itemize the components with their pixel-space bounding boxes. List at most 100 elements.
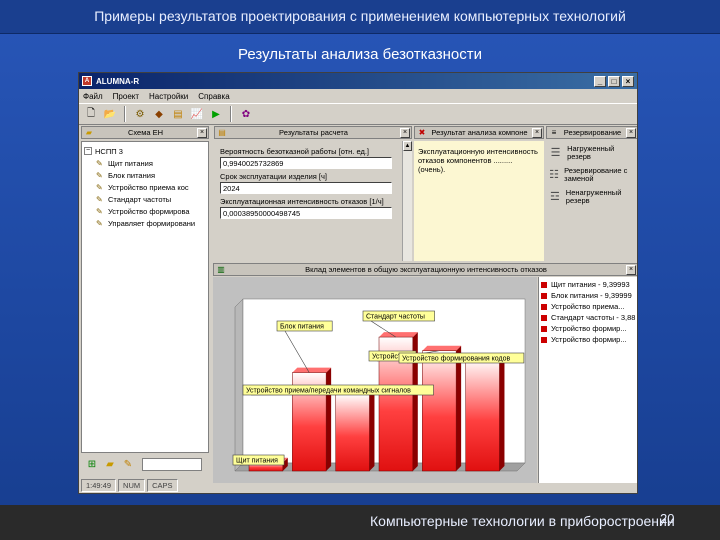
folder-icon: ▰ [85,127,93,137]
status-time: 1:49:49 [81,478,117,492]
tree-item[interactable]: ✎ Устройство приема кос [84,181,206,193]
redundancy-item-loaded[interactable]: ☰ Нагруженный резерв [548,145,636,161]
legend-swatch [541,281,547,288]
edit-icon[interactable]: ✎ [120,456,136,472]
legend-label: Блок питания - 9,39999 [551,291,632,300]
redundancy-panel-close-button[interactable]: × [626,127,636,138]
conclusion-panel-close-button[interactable]: × [532,127,542,138]
wrench-icon: ✎ [96,206,103,216]
menu-file[interactable]: Файл [83,92,103,101]
run-icon[interactable]: ▶ [208,106,224,122]
minimize-button[interactable]: _ [594,75,606,87]
wrench-icon: ✎ [96,218,103,228]
tree-item-label: Управляет формировани [108,218,196,228]
footer-text: Компьютерные технологии в приборостроени… [370,513,675,529]
chart-legend: Щит питания - 9,39993 Блок питания - 9,3… [538,277,637,483]
window-titlebar[interactable]: A ALUMNA-R _ □ × [79,73,637,89]
toolbar: 🗋 📂 ⚙ ◆ ▤ 📈 ▶ ✿ [79,103,637,125]
chart-icon[interactable]: 📈 [189,106,205,122]
redundancy-icon: ≡ [551,127,557,137]
legend-swatch [541,292,547,299]
close-button[interactable]: × [622,75,634,87]
unloaded-reserve-icon: ☲ [549,191,560,203]
open-folder-icon[interactable]: 📂 [102,106,118,122]
toolbar-separator [230,106,232,122]
scroll-up-arrow-icon[interactable]: ▲ [403,141,412,151]
chart-area: Щит питания Блок питания Устройство приема… [213,277,537,483]
chart-panel-header: ▥ Вклад элементов в общую эксплуатационн… [213,263,637,276]
tree-panel-header: ▰ Схема ЕН × [81,126,209,139]
wrench-icon: ✎ [96,158,103,168]
wrench-icon: ✎ [96,194,103,204]
redundancy-item-label: Ненагруженный резерв [565,188,622,205]
menu-project[interactable]: Проект [113,92,139,101]
bar-side [499,353,505,471]
legend-item[interactable]: Устройство формир... [541,323,636,334]
service-life-field[interactable]: 2024 [220,182,392,194]
legend-swatch [541,325,547,332]
calc-panel-close-button[interactable]: × [400,127,410,138]
legend-item[interactable]: Устройство приема... [541,301,636,312]
tools-icon[interactable]: ⚙ [132,106,148,122]
bar[interactable] [465,358,500,472]
tree-item-label: Устройство формирова [108,206,190,216]
legend-item[interactable]: Щит питания - 9,39993 [541,279,636,290]
tree-panel-close-button[interactable]: × [197,127,207,138]
tree-item[interactable]: ✎ Блок питания [84,169,206,181]
calc-panel-header: ▤ Результаты расчета × [214,126,412,139]
bar-top [292,367,332,373]
add-icon[interactable]: ⊞ [84,456,100,472]
legend-item[interactable]: Устройство формир... [541,334,636,345]
component-tree: − НСПП 3 ✎ Щит питания ✎ Блок питания ✎ Уст… [81,141,209,453]
tree-item[interactable]: ✎ Стандарт частоты [84,193,206,205]
legend-label: Устройство формир... [551,335,627,344]
page-number: 20 [660,511,675,526]
slide-title: Результаты анализа безотказности [238,46,482,63]
collapse-icon[interactable]: − [84,147,92,155]
app-logo-icon: A [82,76,92,86]
legend-label: Щит питания - 9,39993 [551,280,630,289]
component-icon[interactable]: ◆ [151,106,167,122]
redundancy-item-label: Резервирование с заменой [564,166,628,183]
legend-label: Устройство приема... [551,302,625,311]
report-icon[interactable]: ▤ [170,106,186,122]
chart-panel-close-button[interactable]: × [626,264,636,275]
redundancy-panel-header: ≡ Резервирование × [546,126,637,139]
calc-panel: Вероятность безотказной работы [отн. ед.… [214,141,412,261]
status-bar: 1:49:49 NUM CAPS [79,477,637,493]
reliability-field[interactable]: 0,9940025732869 [220,157,392,169]
tree-item[interactable]: ✎ Щит питания [84,157,206,169]
tree-root[interactable]: − НСПП 3 [84,145,206,157]
report-icon: ▤ [218,127,226,137]
legend-item[interactable]: Стандарт частоты - 3,88 [541,312,636,323]
bar[interactable] [422,350,457,472]
tree-item[interactable]: ✎ Управляет формировани [84,217,206,229]
chart-panel-title: Вклад элементов в общую эксплуатационную… [305,265,547,274]
tree-item[interactable]: ✎ Устройство формирова [84,205,206,217]
wrench-icon: ✎ [96,170,103,180]
conclusion-text: Эксплуатационную интенсивность отказов к… [418,147,538,174]
maximize-button[interactable]: □ [608,75,620,87]
redundancy-item-unloaded[interactable]: ☲ Ненагруженный резерв [548,189,636,205]
new-file-icon[interactable]: 🗋 [83,106,99,122]
bar-top [422,345,462,351]
folder-icon[interactable]: ▰ [102,456,118,472]
menu-help[interactable]: Справка [198,92,229,101]
chart-icon: ▥ [217,264,225,274]
tree-panel-title: Схема ЕН [127,128,164,137]
failure-rate-field[interactable]: 0,00038950000498745 [220,207,392,219]
tree-filter-field[interactable] [142,457,202,471]
bar-side [369,389,375,471]
calc-panel-title: Результаты расчета [279,128,348,137]
tree-footer-toolbar: ⊞ ▰ ✎ [81,454,209,474]
menu-settings[interactable]: Настройки [149,92,188,101]
status-caps: CAPS [147,478,178,492]
reliability-label: Вероятность безотказной работы [отн. ед.… [220,147,370,156]
redundancy-item-replacement[interactable]: ☷ Резервирование с заменой [548,167,636,183]
bar[interactable] [335,394,370,472]
settings-icon[interactable]: ✿ [238,106,254,122]
legend-swatch [541,303,547,310]
calc-scrollbar[interactable]: ▲ [402,141,412,261]
tree-item-label: Стандарт частоты [108,194,172,204]
legend-item[interactable]: Блок питания - 9,39999 [541,290,636,301]
